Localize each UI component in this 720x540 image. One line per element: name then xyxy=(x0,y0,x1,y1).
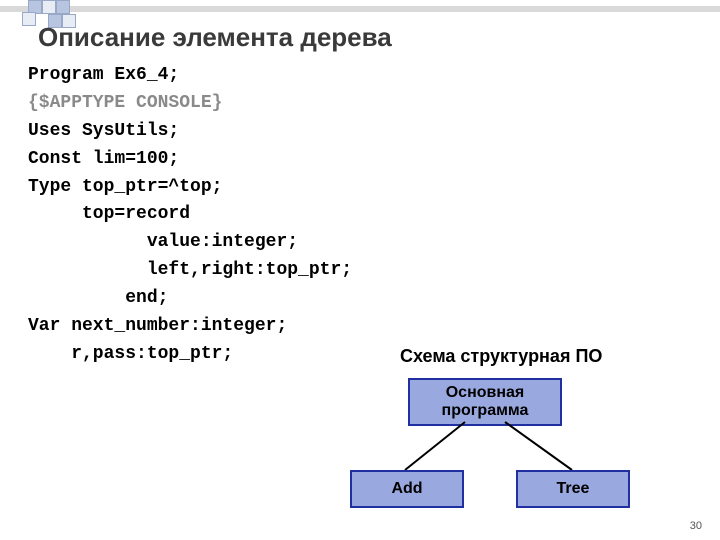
code-line: {$APPTYPE CONSOLE} xyxy=(28,90,352,118)
diagram-title: Схема структурная ПО xyxy=(400,346,602,367)
code-line: value:integer; xyxy=(28,229,352,257)
code-block: Program Ex6_4; {$APPTYPE CONSOLE} Uses S… xyxy=(28,62,352,369)
diagram-right-box: Tree xyxy=(516,470,630,508)
code-line: Program Ex6_4; xyxy=(28,62,352,90)
diagram-root-box: Основная программа xyxy=(408,378,562,426)
code-line: Const lim=100; xyxy=(28,146,352,174)
code-line: end; xyxy=(28,285,352,313)
diagram-connectors xyxy=(350,422,630,470)
code-line: Type top_ptr=^top; xyxy=(28,174,352,202)
slide-title: Описание элемента дерева xyxy=(38,22,392,53)
diagram-left-box: Add xyxy=(350,470,464,508)
diagram-left-label: Add xyxy=(391,480,422,498)
code-line: left,right:top_ptr; xyxy=(28,257,352,285)
code-line: r,pass:top_ptr; xyxy=(28,341,352,369)
code-line: Uses SysUtils; xyxy=(28,118,352,146)
code-line: top=record xyxy=(28,201,352,229)
code-line: Var next_number:integer; xyxy=(28,313,352,341)
diagram-right-label: Tree xyxy=(557,480,590,498)
diagram-root-label: Основная программа xyxy=(410,384,560,421)
page-number: 30 xyxy=(690,520,702,532)
